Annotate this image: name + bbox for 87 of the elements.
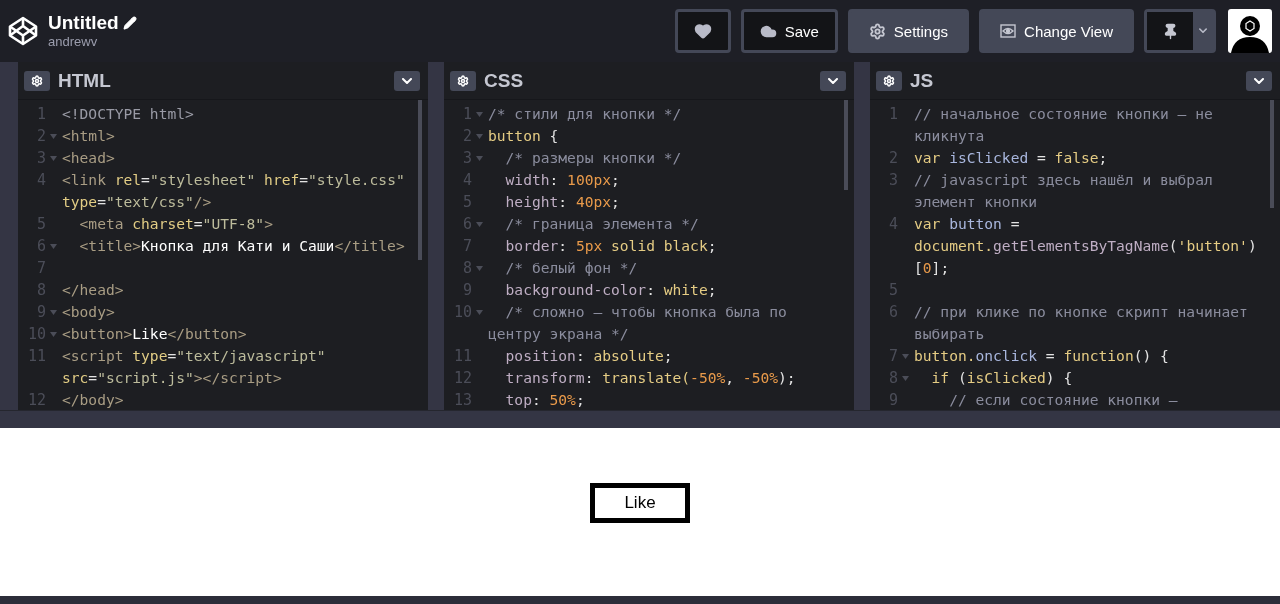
fold-caret-icon[interactable]	[901, 375, 909, 381]
code-line: // если состояние кнопки –	[948, 390, 1178, 410]
code-line: [0];	[914, 258, 950, 278]
code-line: /* размеры кнопки */	[504, 148, 682, 168]
code-line: <script type="text/javascript"	[62, 346, 326, 366]
scrollbar[interactable]	[844, 100, 848, 190]
fold-caret-icon[interactable]	[49, 331, 57, 337]
fold-caret-icon[interactable]	[49, 155, 57, 161]
code-line: <meta charset="UTF-8">	[78, 214, 273, 234]
code-line: </head>	[62, 280, 124, 300]
fold-caret-icon[interactable]	[49, 309, 57, 315]
save-button[interactable]: Save	[740, 9, 838, 53]
settings-icon	[31, 74, 43, 87]
eye-window-icon	[1000, 24, 1017, 38]
code-line: <html>	[62, 126, 115, 146]
code-line: button {	[488, 126, 559, 146]
code-line: /* белый фон */	[504, 258, 638, 278]
author-name[interactable]: andrewv	[48, 34, 137, 50]
avatar-icon[interactable]	[1228, 9, 1272, 53]
fold-caret-icon[interactable]	[49, 133, 57, 139]
code-line: <!DOCTYPE html>	[62, 104, 194, 124]
caret-icon	[828, 77, 838, 84]
code-line: // при клике по кнопке скрипт начинает	[914, 302, 1248, 322]
code-line: </body>	[62, 390, 124, 410]
code-line: // javascript здесь нашёл и выбрал	[914, 170, 1213, 190]
view-button[interactable]: Change View	[979, 9, 1134, 53]
code-line: <head>	[62, 148, 115, 168]
code-line: кликнута	[914, 126, 985, 146]
resize-bar[interactable]	[0, 410, 1280, 428]
pen-title: Untitled	[48, 12, 119, 34]
heart-button[interactable]	[674, 9, 731, 53]
collapse-button[interactable]	[1246, 70, 1272, 91]
scrollbar[interactable]	[1270, 100, 1274, 208]
caret-icon	[1199, 27, 1207, 35]
panel-settings-button[interactable]	[450, 70, 476, 91]
code-line: transform: translate(-50%, -50%);	[504, 368, 796, 388]
code-line: src="script.js"></script>	[62, 368, 282, 388]
heart-icon	[693, 22, 712, 40]
fold-caret-icon[interactable]	[475, 155, 483, 161]
code-line: type="text/css"/>	[62, 192, 212, 212]
code-line: // начальное состояние кнопки – не	[914, 104, 1213, 124]
settings-button[interactable]: Settings	[847, 9, 970, 53]
collapse-button[interactable]	[394, 70, 420, 91]
code-line: position: absolute;	[504, 346, 673, 366]
fold-caret-icon[interactable]	[475, 221, 483, 227]
code-line: /* сложно – чтобы кнопка была по	[504, 302, 787, 322]
settings-icon	[883, 74, 895, 87]
code-line: <title>Кнопка для Кати и Саши</title>	[78, 236, 405, 256]
fold-caret-icon[interactable]	[475, 309, 483, 315]
fold-caret-icon[interactable]	[901, 353, 909, 359]
pin-button[interactable]	[1147, 12, 1193, 50]
fold-caret-icon[interactable]	[475, 111, 483, 117]
settings-icon	[868, 22, 886, 40]
panel-title: HTML	[58, 69, 112, 92]
code-line: top: 50%;	[504, 390, 585, 410]
code-line: центру экрана */	[488, 324, 629, 344]
code-line: /* стили для кнопки */	[488, 104, 682, 124]
cube-logo-icon[interactable]	[8, 16, 38, 46]
code-line: выбирать	[914, 324, 985, 344]
caret-icon	[402, 77, 412, 84]
code-line: if (isClicked) {	[930, 368, 1073, 388]
code-line: <link rel="stylesheet" href="style.css"	[62, 170, 405, 190]
collapse-button[interactable]	[820, 70, 846, 91]
scrollbar[interactable]	[418, 100, 422, 260]
panel-title: JS	[910, 69, 935, 92]
panel-settings-button[interactable]	[876, 70, 902, 91]
fold-caret-icon[interactable]	[475, 265, 483, 271]
code-line: var isClicked = false;	[914, 148, 1108, 168]
code-line: var button =	[914, 214, 1020, 234]
caret-icon	[1254, 77, 1264, 84]
fold-caret-icon[interactable]	[49, 243, 57, 249]
code-line: <button>Like</button>	[62, 324, 247, 344]
code-line: width: 100px;	[504, 170, 620, 190]
pencil-icon[interactable]	[122, 16, 137, 30]
fold-caret-icon[interactable]	[475, 133, 483, 139]
code-line: <body>	[62, 302, 115, 322]
code-line: button.onclick = function() {	[914, 346, 1169, 366]
panel-title: CSS	[484, 69, 525, 92]
code-line: border: 5px solid black;	[504, 236, 717, 256]
code-line: background-color: white;	[504, 280, 717, 300]
code-line: /* граница элемента */	[504, 214, 699, 234]
like-button[interactable]: Like	[590, 483, 690, 523]
panel-settings-button[interactable]	[24, 70, 50, 91]
code-line: document.getElementsByTagName('button')	[914, 236, 1257, 256]
settings-icon	[457, 74, 469, 87]
code-line: height: 40px;	[504, 192, 620, 212]
code-line: элемент кнопки	[914, 192, 1037, 212]
